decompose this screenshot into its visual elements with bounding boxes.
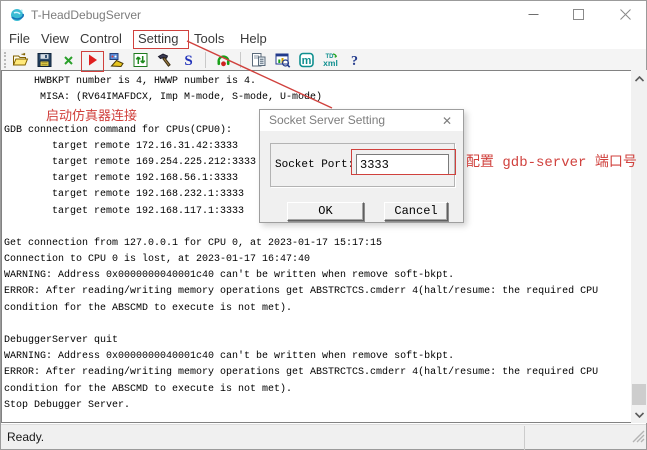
maximize-button[interactable] bbox=[562, 3, 594, 25]
scrollbar-thumb[interactable] bbox=[632, 384, 646, 405]
toolbar-grip-handle[interactable] bbox=[4, 52, 7, 68]
socket-port-label: Socket Port: bbox=[275, 159, 354, 171]
scroll-up-icon[interactable] bbox=[631, 70, 647, 87]
console-line: DebuggerServer quit bbox=[4, 333, 631, 349]
cancel-button[interactable]: Cancel bbox=[384, 202, 448, 221]
window-title: T-HeadDebugServer bbox=[31, 1, 141, 29]
status-bar: Ready. bbox=[1, 424, 646, 449]
dollar-icon[interactable]: S bbox=[177, 50, 199, 70]
svg-text:xml: xml bbox=[323, 58, 338, 68]
console-line: WARNING: Address 0x0000000040001c40 can'… bbox=[4, 349, 631, 365]
app-window: T-HeadDebugServer File View Control Sett… bbox=[0, 0, 647, 450]
profile-chart-icon[interactable] bbox=[271, 50, 293, 70]
start-debug-icon[interactable] bbox=[81, 50, 103, 70]
xml-icon[interactable]: TDxml bbox=[319, 50, 341, 70]
svg-text:?: ? bbox=[351, 54, 358, 68]
open-folder-icon[interactable] bbox=[9, 50, 31, 70]
console-line: WARNING: Address 0x0000000040001c40 can'… bbox=[4, 268, 631, 284]
menu-file[interactable]: File bbox=[9, 29, 30, 49]
ok-button[interactable]: OK bbox=[287, 202, 364, 221]
resize-grip[interactable] bbox=[631, 429, 645, 448]
socket-server-setting-dialog: Socket Server Setting ✕ Socket Port: OK … bbox=[259, 109, 464, 223]
socket-port-input[interactable] bbox=[356, 154, 449, 175]
console-line bbox=[4, 317, 631, 333]
kill-icon[interactable] bbox=[57, 50, 79, 70]
dialog-close-icon[interactable]: ✕ bbox=[435, 110, 459, 131]
svg-text:S: S bbox=[184, 53, 192, 68]
menu-bar: File View Control Setting Tools Help bbox=[1, 29, 646, 49]
menu-tools[interactable]: Tools bbox=[194, 29, 224, 49]
minimize-button[interactable] bbox=[517, 3, 549, 25]
connect-icon[interactable] bbox=[105, 50, 127, 70]
menu-setting[interactable]: Setting bbox=[138, 29, 178, 49]
dialog-title: Socket Server Setting bbox=[269, 110, 385, 131]
refresh-icon[interactable] bbox=[129, 50, 151, 70]
svg-text:m: m bbox=[301, 55, 311, 67]
console-line: Stop Debugger Server. bbox=[4, 398, 631, 414]
console-line: HWBKPT number is 4, HWWP number is 4. bbox=[4, 74, 631, 90]
console-line: MISA: (RV64IMAFDCX, Imp M-mode, S-mode, … bbox=[4, 90, 631, 106]
toolbar: Sm TDxml? bbox=[1, 49, 646, 70]
console-line: condition for the ABSCMD to execute is n… bbox=[4, 382, 631, 398]
status-text: Ready. bbox=[7, 425, 44, 450]
toolbar-separator bbox=[205, 52, 206, 68]
console-line: ERROR: After reading/writing memory oper… bbox=[4, 365, 631, 381]
close-button[interactable] bbox=[609, 3, 641, 25]
console-line: ERROR: After reading/writing memory oper… bbox=[4, 284, 631, 300]
dialog-title-bar: Socket Server Setting ✕ bbox=[260, 110, 463, 131]
menu-help[interactable]: Help bbox=[240, 29, 267, 49]
console-line: condition for the ABSCMD to execute is n… bbox=[4, 301, 631, 317]
console-line: Get connection from 127.0.0.1 for CPU 0,… bbox=[4, 236, 631, 252]
app-icon bbox=[9, 7, 25, 23]
toolbar-separator bbox=[240, 52, 241, 68]
menu-control[interactable]: Control bbox=[80, 29, 122, 49]
status-divider bbox=[524, 426, 525, 450]
save-icon[interactable] bbox=[33, 50, 55, 70]
vertical-scrollbar[interactable] bbox=[631, 70, 647, 423]
help-icon[interactable]: ? bbox=[343, 50, 365, 70]
mtrace-icon[interactable]: m bbox=[295, 50, 317, 70]
menu-view[interactable]: View bbox=[41, 29, 69, 49]
scroll-down-icon[interactable] bbox=[631, 406, 647, 423]
console-line: Connection to CPU 0 is lost, at 2023-01-… bbox=[4, 252, 631, 268]
headset-icon[interactable] bbox=[212, 50, 234, 70]
build-icon[interactable] bbox=[153, 50, 175, 70]
title-bar: T-HeadDebugServer bbox=[1, 1, 646, 29]
report-icon[interactable] bbox=[247, 50, 269, 70]
